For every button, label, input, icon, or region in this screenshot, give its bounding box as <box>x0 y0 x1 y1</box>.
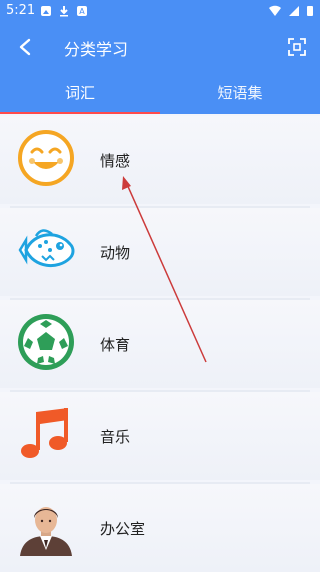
tab-bar: 词汇 短语集 <box>0 70 320 114</box>
fish-icon <box>18 229 75 267</box>
tab-vocabulary[interactable]: 词汇 <box>0 70 160 114</box>
signal-icon <box>289 6 299 16</box>
soccer-ball-icon <box>18 314 74 370</box>
back-button[interactable] <box>12 34 38 60</box>
svg-text:A: A <box>79 7 85 16</box>
category-item-animal[interactable]: 动物 <box>0 208 320 296</box>
category-item-office[interactable]: 办公室 <box>0 484 320 572</box>
category-item-music[interactable]: 音乐 <box>0 392 320 480</box>
category-item-emotion[interactable]: 情感 <box>0 116 320 204</box>
back-arrow-icon <box>19 38 31 56</box>
download-icon <box>60 6 68 17</box>
category-label: 体育 <box>100 336 131 354</box>
fullscreen-button[interactable] <box>286 36 308 58</box>
status-right-icons <box>268 5 314 17</box>
category-list: 情感 动物 体育 音乐 办公室 <box>0 114 320 572</box>
category-label: 办公室 <box>100 520 146 538</box>
office-worker-icon <box>20 507 72 556</box>
page-title: 分类学习 <box>64 40 129 59</box>
category-label: 动物 <box>100 244 131 262</box>
status-time: 5:21 <box>6 3 36 18</box>
category-item-sports[interactable]: 体育 <box>0 300 320 388</box>
fullscreen-icon <box>288 38 306 56</box>
status-bar: 5:21 A <box>0 0 320 24</box>
app-bar: 分类学习 <box>0 24 320 70</box>
category-label: 情感 <box>100 152 131 170</box>
status-left-icons: A <box>40 5 88 17</box>
app-notification-icon: A <box>77 6 87 16</box>
category-label: 音乐 <box>100 428 131 446</box>
music-note-icon <box>21 408 68 458</box>
wifi-icon <box>269 5 281 16</box>
smiley-face-icon <box>18 130 74 186</box>
image-icon <box>41 6 51 16</box>
battery-icon <box>307 6 313 16</box>
tab-phrases[interactable]: 短语集 <box>160 70 320 114</box>
